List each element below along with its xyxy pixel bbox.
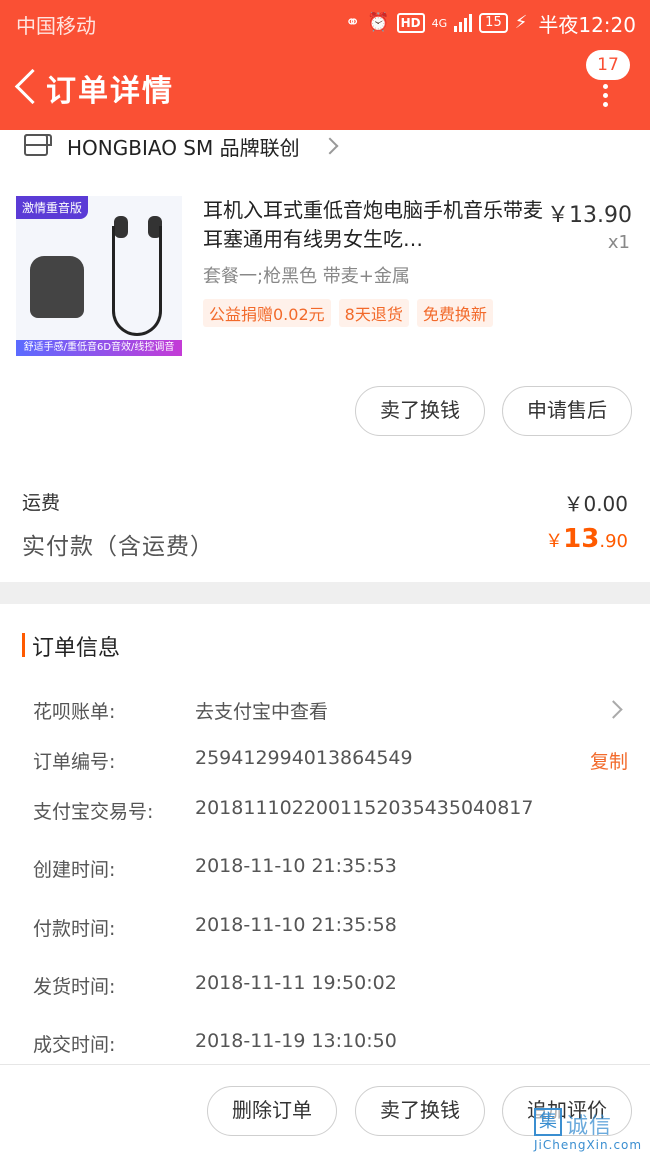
order-number-label: 订单编号: [33, 751, 116, 773]
shipped-time-row: 发货时间: 2018-11-11 19:50:02 [0, 972, 650, 1002]
order-number-value: 259412994013864549 [195, 747, 413, 769]
huabei-value: 去支付宝中查看 [195, 701, 329, 723]
section-accent-bar [22, 633, 25, 657]
shop-row[interactable]: HONGBIAO SM 品牌联创 [0, 130, 650, 162]
charging-icon: ⚡ [514, 12, 528, 33]
top-bar: 中国移动 ⚭ ⏰ HD 4G 15 ⚡ 半夜12:20 订单详情 17 [0, 0, 650, 130]
apply-after-sale-button[interactable]: 申请售后 [502, 386, 632, 436]
back-arrow-icon[interactable] [12, 66, 42, 106]
network-type-label: 4G [431, 16, 448, 30]
created-time-row: 创建时间: 2018-11-10 21:35:53 [0, 855, 650, 885]
paid-total-label: 实付款（含运费） [22, 534, 214, 560]
chevron-right-icon [604, 700, 623, 719]
order-number-row: 订单编号: 259412994013864549 复制 [0, 747, 650, 777]
tag-exchange: 免费换新 [416, 299, 493, 327]
thumbnail-tag: 激情重音版 [16, 196, 89, 219]
completed-time-value: 2018-11-19 13:10:50 [195, 1030, 397, 1052]
watermark-logo-icon: 集 [534, 1108, 562, 1136]
product-price: ￥13.90 [547, 203, 632, 228]
completed-time-row: 成交时间: 2018-11-19 13:10:50 [0, 1030, 650, 1060]
sell-for-cash-bottom-button[interactable]: 卖了换钱 [355, 1086, 485, 1136]
paid-total-value: ￥13.90 [545, 524, 628, 554]
created-time-label: 创建时间: [33, 859, 116, 881]
order-info-title: 订单信息 [32, 636, 121, 661]
chevron-right-icon [321, 137, 339, 155]
store-icon [24, 134, 52, 156]
huabei-label: 花呗账单: [33, 701, 116, 723]
signal-icon [454, 14, 473, 32]
message-count-badge: 17 [586, 50, 630, 80]
thumbnail-caption: 舒适手感/重低音6D音效/线控调音 [16, 340, 182, 356]
shop-name: HONGBIAO SM 品牌联创 [67, 136, 300, 160]
paid-time-label: 付款时间: [33, 918, 116, 940]
more-menu-button[interactable]: 17 [586, 50, 634, 110]
status-bar: 中国移动 ⚭ ⏰ HD 4G 15 ⚡ 半夜12:20 [0, 0, 650, 46]
product-thumbnail[interactable]: 激情重音版 舒适手感/重低音6D音效/线控调音 [16, 196, 182, 356]
watermark-text: 诚信 [566, 1114, 613, 1139]
alipay-trade-label: 支付宝交易号: [33, 801, 154, 823]
earphone-cable-image [112, 226, 162, 336]
earphone-pouch-image [30, 256, 84, 318]
shipping-label: 运费 [22, 492, 61, 514]
tag-charity: 公益捐赠0.02元 [203, 299, 331, 327]
sell-for-cash-button[interactable]: 卖了换钱 [355, 386, 485, 436]
paid-currency: ￥ [545, 531, 564, 552]
product-tags: 公益捐赠0.02元 8天退货 免费换新 [203, 299, 493, 327]
section-divider [0, 582, 650, 604]
huabei-row[interactable]: 花呗账单: 去支付宝中查看 [0, 697, 650, 727]
alarm-icon: ⏰ [367, 12, 390, 33]
hd-icon: HD [396, 13, 425, 33]
product-quantity: x1 [607, 232, 630, 253]
paid-time-row: 付款时间: 2018-11-10 21:35:58 [0, 914, 650, 944]
alipay-trade-row: 支付宝交易号: 2018111022001152035435040817 [0, 797, 650, 827]
paid-decimal: .90 [599, 531, 628, 552]
more-dots-icon [603, 84, 609, 111]
paid-time-value: 2018-11-10 21:35:58 [195, 914, 397, 936]
completed-time-label: 成交时间: [33, 1034, 116, 1056]
shipping-value: ￥0.00 [563, 492, 628, 516]
site-watermark: 集 诚信 JiChengXin.com [530, 1108, 646, 1154]
copy-order-number-button[interactable]: 复制 [590, 747, 628, 774]
status-icons: ⚭ ⏰ HD 4G 15 ⚡ 半夜12:20 [345, 8, 636, 38]
page-title: 订单详情 [46, 74, 174, 109]
battery-icon: 15 [479, 13, 508, 33]
paid-integer: 13 [563, 524, 600, 554]
tag-return: 8天退货 [338, 299, 409, 327]
clock-label: 半夜12:20 [538, 12, 636, 37]
carrier-label: 中国移动 [16, 14, 96, 38]
created-time-value: 2018-11-10 21:35:53 [195, 855, 397, 877]
shipped-time-label: 发货时间: [33, 976, 116, 998]
product-title[interactable]: 耳机入耳式重低音炮电脑手机音乐带麦耳塞通用有线男女生吃… [203, 196, 543, 254]
delete-order-button[interactable]: 删除订单 [207, 1086, 337, 1136]
watermark-url: JiChengXin.com [534, 1138, 643, 1152]
product-sku: 套餐一;枪黑色 带麦+金属 [203, 266, 410, 287]
headphones-icon: ⚭ [345, 12, 361, 33]
alipay-trade-value: 2018111022001152035435040817 [195, 797, 534, 819]
shipped-time-value: 2018-11-11 19:50:02 [195, 972, 397, 994]
